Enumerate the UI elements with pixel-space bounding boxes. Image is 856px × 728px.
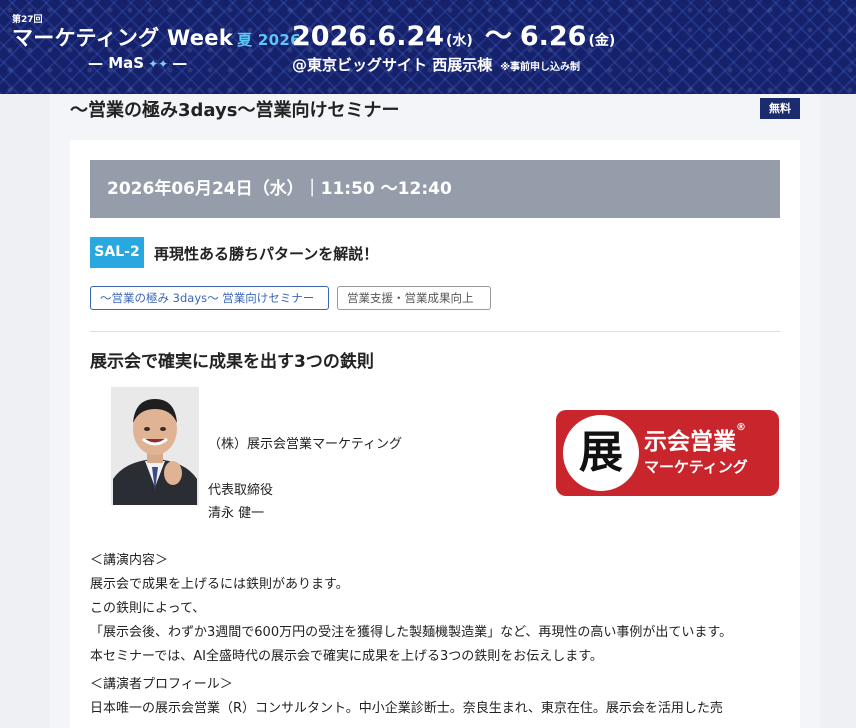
logo-text-line2: マーケティング bbox=[644, 458, 748, 476]
tag-series[interactable]: 〜営業の極み 3days〜 営業向けセミナー bbox=[90, 286, 329, 310]
event-banner[interactable]: 第27回 マーケティング Week 夏 2026 — MaS ✦✦ — 2026.6.… bbox=[0, 0, 856, 94]
dow-start: (水) bbox=[446, 33, 473, 49]
description: ＜講演内容＞ 展示会で成果を上げるには鉄則があります。 この鉄則によって、 「展… bbox=[90, 549, 780, 721]
venue-name: @東京ビッグサイト 西展示棟 bbox=[292, 56, 493, 74]
content-heading: ＜講演内容＞ bbox=[90, 553, 169, 568]
session-title: 再現性ある勝ちパターンを解説！ bbox=[154, 245, 379, 263]
logo-circle: 展 bbox=[563, 415, 639, 491]
speaker-role: 代表取締役 bbox=[208, 483, 274, 498]
logo-text-line1: 示会営業® bbox=[644, 422, 746, 456]
date-start: 2026.6.24 bbox=[292, 21, 445, 52]
divider bbox=[90, 331, 780, 332]
sparkle-icon: ✦✦ bbox=[148, 57, 169, 71]
registered-mark: ® bbox=[736, 422, 746, 433]
speaker-company: （株）展示会営業マーケティング bbox=[208, 437, 402, 452]
venue: @東京ビッグサイト 西展示棟 ※事前申し込み制 bbox=[292, 54, 580, 75]
sub-brand-logo: — MaS ✦✦ — bbox=[88, 54, 188, 72]
speaker-name: 清永 健一 bbox=[208, 506, 265, 521]
tag-category[interactable]: 営業支援・営業成果向上 bbox=[337, 286, 491, 310]
logo-kanji: 展 bbox=[579, 427, 623, 478]
person-icon bbox=[111, 387, 199, 505]
content-line: 本セミナーでは、AI全盛時代の展示会で確実に成果を上げる3つの鉄則をお伝えします… bbox=[90, 649, 603, 664]
registration-note: ※事前申し込み制 bbox=[500, 62, 580, 73]
company-logo: 展 示会営業® マーケティング bbox=[556, 410, 779, 496]
dow-end: (金) bbox=[588, 33, 616, 49]
logo-line1-text: 示会営業 bbox=[644, 429, 736, 455]
brand-name: マーケティング Week bbox=[12, 26, 234, 50]
speaker-photo bbox=[111, 387, 199, 505]
profile-heading: ＜講演者プロフィール＞ bbox=[90, 677, 233, 692]
free-badge: 無料 bbox=[760, 98, 800, 119]
session-datetime: 2026年06月24日（水）｜11:50 〜12:40 bbox=[90, 160, 780, 218]
date-tilde: 〜 bbox=[484, 21, 512, 52]
content-line: 展示会で成果を上げるには鉄則があります。 bbox=[90, 577, 349, 592]
page-title: 〜営業の極み3days〜営業向けセミナー bbox=[70, 100, 400, 121]
date-end: 6.26 bbox=[519, 21, 587, 52]
content-line: 「展示会後、わずか3週間で600万円の受注を獲得した製麺機製造業」など、再現性の… bbox=[90, 625, 733, 640]
content-line: この鉄則によって、 bbox=[90, 601, 206, 616]
sub-brand-name: MaS bbox=[108, 54, 145, 72]
session-code-badge: SAL-2 bbox=[90, 237, 144, 268]
talk-title: 展示会で確実に成果を出す3つの鉄則 bbox=[90, 352, 374, 372]
seminar-card: 2026年06月24日（水）｜11:50 〜12:40 SAL-2 再現性ある勝… bbox=[70, 140, 800, 728]
profile-line: 日本唯一の展示会営業（R）コンサルタント。中小企業診断士。奈良生まれ、東京在住。… bbox=[90, 701, 723, 716]
event-dates: 2026.6.24 (水) 〜 6.26 (金) bbox=[292, 14, 619, 53]
brand-logo: マーケティング Week 夏 2026 bbox=[12, 22, 301, 52]
